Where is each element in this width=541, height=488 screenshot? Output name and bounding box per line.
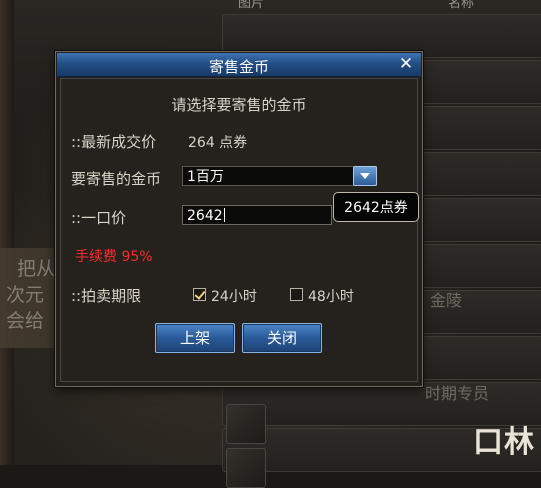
- period-48h-checkbox[interactable]: [290, 288, 303, 301]
- item-slot[interactable]: [226, 404, 266, 444]
- amount-label: 要寄售的金币: [71, 170, 162, 188]
- background-left-edge: [0, 0, 14, 465]
- price-input-value: 2642: [187, 208, 223, 224]
- price-tooltip: 2642点券: [333, 192, 419, 222]
- item-slot[interactable]: [226, 448, 266, 488]
- amount-selected-value: 1百万: [187, 169, 224, 185]
- dialog-body: [60, 78, 418, 382]
- sell-gold-dialog: 寄售金币 ✕ 请选择要寄售的金币 ::最新成交价 264 点券 要寄售的金币 1…: [55, 51, 423, 387]
- dialog-title: 寄售金币: [208, 58, 269, 76]
- latest-price-value: 264 点券: [188, 135, 248, 151]
- period-24h-label[interactable]: 24小时: [211, 286, 257, 306]
- background-side-text: 金陵: [430, 291, 463, 310]
- column-header-image: 图片: [238, 0, 265, 10]
- close-icon[interactable]: ✕: [397, 54, 415, 74]
- background-lower-text: 时期专员: [425, 384, 490, 403]
- period-24h-checkbox[interactable]: [193, 288, 206, 301]
- list-item-button[interactable]: 上架: [155, 323, 235, 353]
- close-button[interactable]: 关闭: [242, 323, 322, 353]
- fee-text: 手续费 95%: [75, 249, 153, 265]
- dropdown-arrow-icon[interactable]: [353, 166, 377, 186]
- dialog-titlebar[interactable]: 寄售金币 ✕: [57, 53, 421, 77]
- watermark: 口林: [473, 425, 535, 460]
- dialog-prompt: 请选择要寄售的金币: [171, 96, 307, 114]
- column-header-name: 名称: [448, 0, 475, 10]
- background-item-text: 会给: [6, 310, 45, 332]
- period-label: ::拍卖期限: [71, 287, 142, 305]
- latest-price-label: ::最新成交价: [71, 133, 157, 151]
- price-label: ::一口价: [71, 209, 127, 227]
- background-item-text: 把从: [17, 258, 56, 280]
- period-48h-label[interactable]: 48小时: [308, 286, 354, 306]
- text-caret: [223, 208, 225, 222]
- amount-select[interactable]: 1百万: [182, 166, 377, 186]
- background-item-text: 次元: [6, 284, 45, 306]
- price-input[interactable]: 2642: [182, 205, 332, 225]
